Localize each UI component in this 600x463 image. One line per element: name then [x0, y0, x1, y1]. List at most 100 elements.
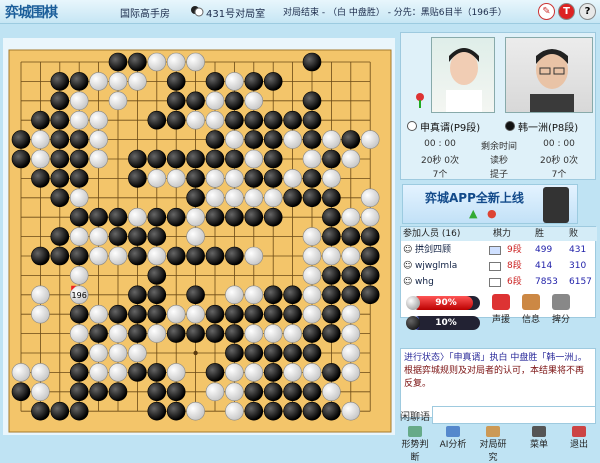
exit-button[interactable]: 退出: [562, 426, 596, 450]
black-stone: [225, 207, 244, 227]
black-stone: [322, 401, 341, 421]
member-name: wjwglmla: [415, 261, 458, 271]
black-stone: [147, 266, 167, 285]
black-stone: [50, 169, 70, 188]
black-stone: [244, 72, 264, 91]
country-flag-icon: [489, 262, 501, 271]
black-stone: [166, 401, 186, 421]
white-stone: [244, 188, 264, 208]
header-rank: 棋力: [493, 229, 512, 239]
notify-icon[interactable]: ✎: [538, 3, 555, 20]
go-board[interactable]: 196: [3, 38, 395, 435]
white-stone: [302, 363, 322, 382]
white-stone: [205, 169, 225, 188]
turn-badge-button[interactable]: T: [558, 3, 575, 20]
study-button[interactable]: 对局研究: [476, 426, 510, 463]
white-player-name: 申真谞(P9段): [420, 123, 481, 134]
white-win-rate-bar: 90%: [412, 296, 480, 310]
black-stone: [322, 149, 341, 169]
white-stone: [322, 169, 341, 188]
member-row[interactable]: ☺ wjwglmla 8段 414 310: [401, 259, 597, 274]
chat-input[interactable]: [432, 406, 596, 424]
cheer-button[interactable]: 声援: [488, 294, 514, 328]
black-stone: [302, 382, 322, 402]
white-stone: [69, 110, 89, 130]
member-avatar-icon: ☺: [403, 261, 413, 271]
black-stone: [244, 304, 264, 324]
black-stone: [244, 343, 264, 363]
black-stone: [205, 72, 225, 91]
black-stone: [263, 343, 283, 363]
black-stone: [11, 382, 31, 402]
white-stone: [147, 52, 167, 72]
score-button[interactable]: 捭分: [548, 294, 574, 328]
black-stone: [31, 401, 50, 421]
black-stone: [225, 246, 244, 266]
white-stone: [302, 246, 322, 266]
black-stone: [263, 169, 283, 188]
member-row[interactable]: ☺ whg 6段 7853 6157: [401, 275, 597, 290]
white-stone: [302, 227, 322, 246]
white-stone: [128, 207, 147, 227]
black-stone: [205, 324, 225, 343]
white-stone: [341, 363, 361, 382]
black-stone: [69, 246, 89, 266]
white-stone: [225, 401, 244, 421]
white-indicator-icon: [406, 296, 420, 310]
black-stone: [166, 91, 186, 111]
black-moves: 7个: [551, 170, 567, 180]
black-stone: [50, 91, 70, 111]
ai-analysis-button[interactable]: AI分析: [436, 426, 470, 450]
black-stone: [322, 266, 341, 285]
white-stone: [186, 110, 205, 130]
black-stone: [302, 401, 322, 421]
black-stone: [302, 110, 322, 130]
black-stone: [205, 149, 225, 169]
black-time: 00 : 00: [543, 139, 575, 149]
room-name: 国际高手房: [120, 9, 170, 20]
help-button[interactable]: ?: [579, 3, 596, 20]
white-stone: [283, 169, 302, 188]
black-stone: [322, 285, 341, 305]
chat-input-row: 闲聊语: [398, 406, 598, 424]
white-stone: [69, 324, 89, 343]
white-stone: [108, 72, 128, 91]
black-stone: [302, 343, 322, 363]
white-stone: [341, 246, 361, 266]
white-stone: [341, 207, 361, 227]
white-stone: [283, 324, 302, 343]
header-loss: 败: [569, 229, 579, 239]
black-player-avatar: [505, 37, 593, 113]
black-stone: [322, 207, 341, 227]
white-stone-icon: [407, 121, 417, 131]
black-stone: [128, 169, 147, 188]
white-stone: [166, 363, 186, 382]
black-stone: [225, 343, 244, 363]
white-stone: [205, 382, 225, 402]
white-stone: [341, 304, 361, 324]
black-stone: [205, 304, 225, 324]
android-icon: ▲: [469, 207, 478, 220]
info-button[interactable]: 信息: [518, 294, 544, 328]
member-row[interactable]: ☺ 拱剑四顾 9段 499 431: [401, 243, 597, 258]
black-stone: [263, 207, 283, 227]
menu-button[interactable]: 菜单: [522, 426, 556, 450]
white-stone: [147, 246, 167, 266]
black-stone: [322, 363, 341, 382]
black-stone: [341, 285, 361, 305]
black-stone: [283, 285, 302, 305]
black-stone: [31, 110, 50, 130]
white-stone: [186, 52, 205, 72]
app-ad-banner[interactable]: 弈城APP全新上线 ▲ ●: [402, 184, 578, 224]
black-stone: [225, 91, 244, 111]
black-stone: [69, 130, 89, 149]
judge-button[interactable]: 形势判断: [398, 426, 432, 463]
black-stone: [225, 304, 244, 324]
black-stone: [263, 382, 283, 402]
black-stone: [128, 52, 147, 72]
black-stone: [244, 401, 264, 421]
white-stone: [225, 169, 244, 188]
white-stone: [128, 343, 147, 363]
black-stone: [341, 266, 361, 285]
judge-icon: [408, 426, 422, 437]
